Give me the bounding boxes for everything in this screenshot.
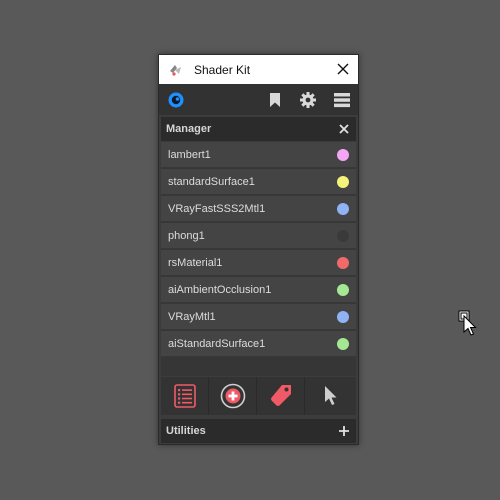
- tag-icon: [271, 385, 291, 406]
- manager-header[interactable]: Manager: [161, 117, 356, 141]
- material-name: aiStandardSurface1: [168, 338, 266, 350]
- material-name: phong1: [168, 230, 205, 242]
- material-name: aiAmbientOcclusion1: [168, 284, 272, 296]
- list-item[interactable]: aiAmbientOcclusion1: [161, 277, 356, 303]
- material-color-swatch: [337, 230, 349, 242]
- action-bar: [161, 377, 356, 415]
- window-title: Shader Kit: [194, 63, 251, 77]
- manager-header-label: Manager: [166, 123, 212, 135]
- material-list: lambert1 standardSurface1 VRayFastSSS2Mt…: [161, 142, 356, 376]
- utilities-header[interactable]: Utilities: [161, 419, 356, 443]
- material-color-swatch: [337, 203, 349, 215]
- list-item[interactable]: phong1: [161, 223, 356, 249]
- material-color-swatch: [337, 176, 349, 188]
- plus-icon[interactable]: [338, 425, 350, 437]
- title-bar[interactable]: Shader Kit: [159, 55, 358, 84]
- toolbar: [159, 84, 358, 115]
- tag-button[interactable]: [257, 377, 305, 415]
- list-item[interactable]: standardSurface1: [161, 169, 356, 195]
- bookmark-icon[interactable]: [266, 91, 284, 109]
- add-material-button[interactable]: [209, 377, 257, 415]
- add-circle-icon: [220, 383, 246, 409]
- close-icon[interactable]: [336, 62, 350, 76]
- list-item[interactable]: rsMaterial1: [161, 250, 356, 276]
- cursor-arrow-icon: [325, 386, 337, 405]
- material-color-swatch: [337, 338, 349, 350]
- list-icon: [174, 384, 196, 408]
- blue-circle-icon[interactable]: [167, 91, 185, 109]
- menu-icon[interactable]: [333, 91, 351, 109]
- select-button[interactable]: [305, 377, 356, 415]
- material-color-swatch: [337, 284, 349, 296]
- material-name: VRayFastSSS2Mtl1: [168, 203, 266, 215]
- list-item[interactable]: lambert1: [161, 142, 356, 168]
- material-name: lambert1: [168, 149, 211, 161]
- material-color-swatch: [337, 149, 349, 161]
- material-color-swatch: [337, 257, 349, 269]
- material-name: rsMaterial1: [168, 257, 223, 269]
- shader-kit-logo-icon: [170, 65, 181, 76]
- material-name: standardSurface1: [168, 176, 255, 188]
- list-item[interactable]: VRayFastSSS2Mtl1: [161, 196, 356, 222]
- list-item[interactable]: aiStandardSurface1: [161, 331, 356, 357]
- material-name: VRayMtl1: [168, 311, 216, 323]
- close-icon[interactable]: [338, 123, 350, 135]
- list-item[interactable]: VRayMtl1: [161, 304, 356, 330]
- mouse-cursor-icon: [458, 310, 477, 336]
- material-list-button[interactable]: [161, 377, 209, 415]
- utilities-header-label: Utilities: [166, 425, 206, 437]
- shader-kit-window: Shader Kit Manager lambert1 standardSurf…: [158, 54, 359, 445]
- material-color-swatch: [337, 311, 349, 323]
- gear-icon[interactable]: [299, 91, 317, 109]
